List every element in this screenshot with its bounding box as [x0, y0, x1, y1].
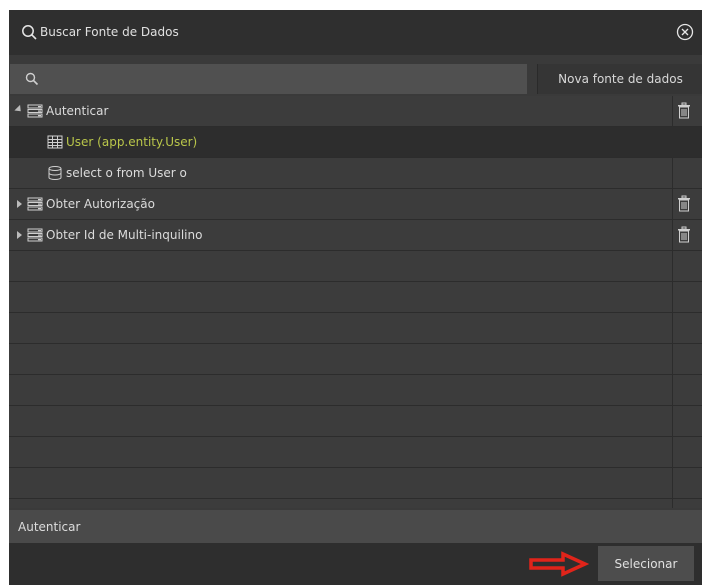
tree-item-query[interactable]: select o from User o	[9, 158, 702, 189]
caret-collapsed-icon[interactable]	[17, 200, 22, 208]
empty-row	[9, 313, 702, 344]
datasource-icon	[27, 228, 43, 242]
search-icon	[22, 25, 37, 40]
status-bar: Autenticar	[9, 510, 702, 543]
empty-row	[9, 375, 702, 406]
database-icon	[48, 166, 62, 180]
red-arrow-icon	[529, 551, 589, 577]
tree-item-obter-id-multi-inquilino[interactable]: Obter Id de Multi-inquilino	[9, 220, 702, 251]
table-icon	[47, 135, 63, 149]
empty-row	[9, 344, 702, 375]
close-icon[interactable]	[676, 23, 694, 41]
new-data-source-button[interactable]: Nova fonte de dados	[537, 64, 702, 94]
dialog-title: Buscar Fonte de Dados	[40, 25, 179, 39]
tree-item-obter-autorizacao[interactable]: Obter Autorização	[9, 189, 702, 220]
empty-row	[9, 251, 702, 282]
tree-item-label: User (app.entity.User)	[66, 135, 198, 149]
empty-row	[9, 468, 702, 499]
tree-item-autenticar[interactable]: Autenticar	[9, 96, 702, 127]
trash-icon[interactable]	[677, 102, 691, 119]
caret-collapsed-icon[interactable]	[17, 231, 22, 239]
tree-item-label: select o from User o	[66, 166, 187, 180]
search-row: Nova fonte de dados	[9, 64, 702, 94]
data-source-dialog: Buscar Fonte de Dados Nova fonte de dado…	[9, 10, 702, 585]
trash-icon[interactable]	[677, 226, 691, 243]
selected-source-label: Autenticar	[18, 520, 81, 534]
dialog-titlebar: Buscar Fonte de Dados	[9, 10, 702, 55]
datasource-icon	[27, 197, 43, 211]
tree-item-label: Obter Autorização	[46, 197, 155, 211]
empty-row	[9, 282, 702, 313]
empty-row	[9, 406, 702, 437]
empty-row	[9, 437, 702, 468]
select-button[interactable]: Selecionar	[598, 546, 694, 581]
tree-item-label: Obter Id de Multi-inquilino	[46, 228, 203, 242]
trash-icon[interactable]	[677, 195, 691, 212]
search-input[interactable]	[10, 64, 527, 94]
datasource-icon	[27, 104, 43, 118]
tree-item-user-entity[interactable]: User (app.entity.User)	[9, 127, 702, 158]
tree-item-label: Autenticar	[46, 104, 109, 118]
caret-expanded-icon[interactable]	[14, 104, 24, 115]
dialog-footer: Selecionar	[9, 543, 702, 585]
data-source-tree: Autenticar User (app.entity.User) select…	[9, 96, 702, 508]
